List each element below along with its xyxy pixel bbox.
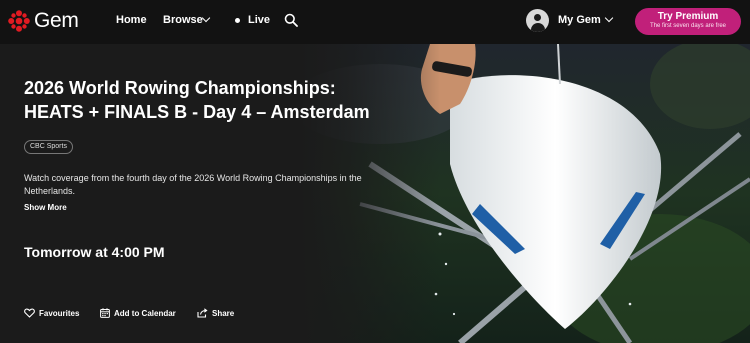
nav-live-link[interactable]: Live: [248, 14, 270, 26]
premium-title: Try Premium: [657, 11, 719, 22]
show-more-link[interactable]: Show More: [24, 203, 67, 212]
logo-text: Gem: [34, 9, 79, 32]
try-premium-button[interactable]: Try Premium The first seven days are fre…: [635, 8, 741, 35]
cbc-logo-icon: [8, 10, 30, 32]
page-title: 2026 World Rowing Championships: HEATS +…: [24, 76, 394, 124]
add-to-calendar-button[interactable]: Add to Calendar: [100, 307, 176, 319]
favourites-label: Favourites: [39, 308, 80, 318]
heart-icon: [24, 308, 35, 318]
chevron-down-icon[interactable]: [604, 13, 614, 23]
share-icon: [197, 308, 208, 318]
gem-logo[interactable]: Gem: [8, 9, 79, 33]
title-line-1: 2026 World Rowing Championships:: [24, 78, 336, 98]
title-line-2: HEATS + FINALS B - Day 4 – Amsterdam: [24, 102, 370, 122]
my-gem-menu[interactable]: My Gem: [558, 14, 601, 26]
event-description: Watch coverage from the fourth day of th…: [24, 173, 362, 196]
chevron-down-icon[interactable]: [201, 13, 211, 23]
premium-subtitle: The first seven days are free: [649, 23, 727, 29]
nav-home-link[interactable]: Home: [116, 14, 147, 26]
calendar-label: Add to Calendar: [114, 308, 176, 318]
share-label: Share: [212, 308, 235, 318]
favourites-button[interactable]: Favourites: [24, 307, 79, 319]
network-badge: CBC Sports: [24, 140, 73, 154]
calendar-icon: [100, 308, 110, 318]
avatar-icon[interactable]: [526, 9, 549, 32]
live-dot-icon: [235, 18, 240, 23]
search-icon[interactable]: [284, 13, 298, 27]
top-navigation-bar: Gem Home Browse Live My Gem Try Premium …: [0, 0, 750, 44]
airtime-label: Tomorrow at 4:00 PM: [24, 244, 165, 260]
nav-browse-link[interactable]: Browse: [163, 14, 203, 26]
share-button[interactable]: Share: [197, 307, 234, 319]
